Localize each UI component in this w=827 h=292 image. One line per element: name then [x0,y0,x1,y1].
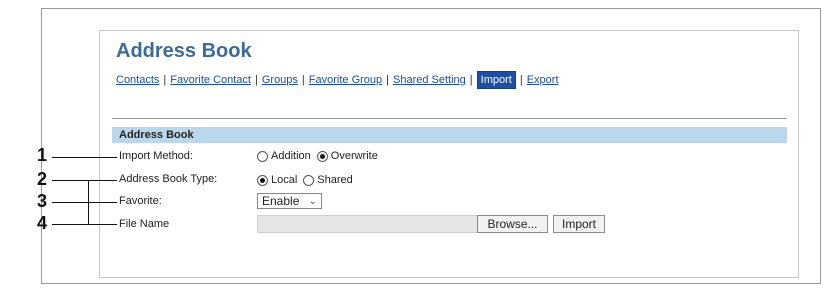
favorite-label: Favorite: [119,195,162,207]
nav-link-shared-setting[interactable]: Shared Setting [393,74,466,86]
section-header: Address Book [112,127,787,143]
nav-separator: | [301,74,305,86]
nav-link-export[interactable]: Export [527,74,559,86]
nav-link-import[interactable]: Import [476,71,516,89]
import-method-label: Import Method: [119,150,193,162]
callout-line [52,202,117,203]
nav-links: Contacts | Favorite Contact | Groups | Favorit… [116,71,559,89]
radio-shared[interactable]: Shared [303,174,353,186]
import-button[interactable]: Import [553,215,605,233]
callout-line [52,157,117,158]
radio-shared-label: Shared [317,174,353,186]
radio-addition[interactable]: Addition [257,150,311,162]
radio-overwrite-icon[interactable] [316,150,328,162]
page-title: Address Book [116,40,252,62]
nav-separator: | [163,74,167,86]
nav-link-groups[interactable]: Groups [262,74,298,86]
callout-number: 4 [37,213,48,233]
callout-number: 3 [37,191,48,211]
address-book-panel [99,30,799,278]
nav-link-favorite-group[interactable]: Favorite Group [309,74,382,86]
radio-addition-label: Addition [271,150,311,162]
nav-separator: | [254,74,258,86]
address-book-type-radios: Local Shared [257,174,359,186]
radio-local-label: Local [271,174,298,186]
nav-link-favorite-contact[interactable]: Favorite Contact [170,74,251,86]
divider [112,118,787,119]
import-method-radios: Addition Overwrite [257,150,384,162]
callout-number: 2 [37,169,48,189]
nav-separator: | [386,74,390,86]
file-name-field[interactable] [257,215,479,233]
radio-overwrite-label: Overwrite [330,150,378,162]
favorite-select-wrap: Enable ⌄ [257,193,322,209]
address-book-type-label: Address Book Type: [119,173,218,185]
radio-addition-icon[interactable] [257,150,268,162]
radio-shared-icon[interactable] [303,174,315,186]
favorite-select[interactable]: Enable ⌄ [257,193,322,209]
nav-link-contacts[interactable]: Contacts [116,74,159,86]
favorite-select-value: Enable [262,194,300,208]
chevron-down-icon: ⌄ [308,195,317,207]
callout-number: 1 [37,145,48,165]
browse-button[interactable]: Browse... [477,215,548,233]
callout-line [52,180,117,181]
radio-overwrite[interactable]: Overwrite [316,150,378,162]
callout-line [52,224,117,225]
file-name-label: File Name [119,218,170,230]
callout-connector [88,180,89,225]
nav-separator: | [469,74,473,86]
radio-local[interactable]: Local [257,174,297,186]
nav-separator: | [519,74,523,86]
radio-local-icon[interactable] [257,174,268,186]
